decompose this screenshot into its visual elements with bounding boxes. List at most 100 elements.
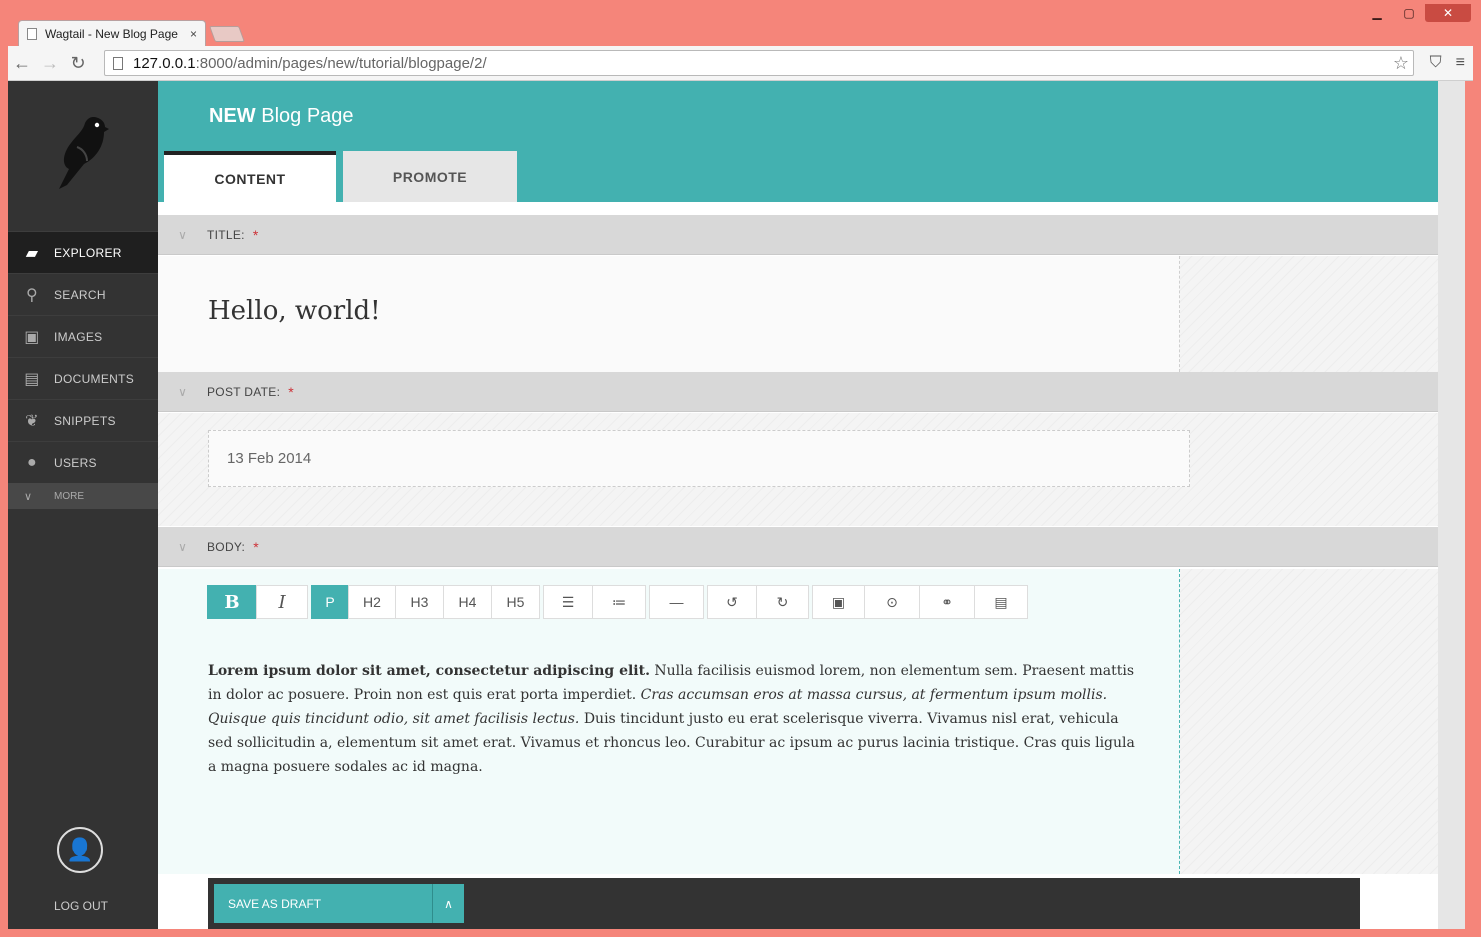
new-tab-button[interactable] [209, 26, 245, 42]
search-icon: ⚲ [25, 286, 39, 304]
maximize-icon[interactable]: ▢ [1393, 4, 1425, 22]
h4-button[interactable]: H4 [443, 585, 492, 619]
tab-close-icon[interactable]: × [190, 27, 197, 41]
h5-button[interactable]: H5 [491, 585, 540, 619]
close-window-icon[interactable]: ✕ [1425, 4, 1471, 22]
back-icon[interactable]: ← [8, 53, 36, 74]
date-input[interactable]: 13 Feb 2014 [208, 430, 1190, 487]
address-bar[interactable]: 127.0.0.1:8000/admin/pages/new/tutorial/… [104, 50, 1414, 76]
sidebar: ▰ EXPLORER ⚲ SEARCH ▣ IMAGES ▤ DOCUMENTS… [8, 81, 158, 929]
insert-link-button[interactable]: ⚭ [919, 585, 975, 619]
page-icon [113, 56, 123, 70]
tab-content[interactable]: CONTENT [164, 151, 336, 202]
date-field-header[interactable]: ∨ POST DATE: * [158, 372, 1438, 412]
save-draft-button[interactable]: SAVE AS DRAFT [214, 897, 432, 911]
document-icon: ▤ [994, 593, 1008, 610]
body-editor[interactable]: B I P H2 H3 H4 H5 ☰ ≔ — ↺ ↻ ▣ ⊙ ⚭ ▤ Lore… [158, 569, 1180, 874]
chevron-down-icon[interactable]: ∨ [158, 540, 207, 554]
snippet-icon: ❦ [25, 412, 39, 430]
body-field-header[interactable]: ∨ BODY: * [158, 527, 1438, 567]
more-actions-button[interactable]: ∧ [432, 884, 464, 923]
sidebar-item-label: SEARCH [54, 287, 106, 302]
bullet-list-button[interactable]: ≔ [592, 585, 646, 619]
save-draft-dropdown: SAVE AS DRAFT ∧ [214, 884, 464, 923]
user-icon: ● [27, 453, 37, 471]
help-panel [1180, 256, 1438, 372]
chevron-down-icon[interactable]: ∨ [158, 385, 207, 399]
ordered-list-button[interactable]: ☰ [543, 585, 593, 619]
browser-window: ▁ ▢ ✕ Wagtail - New Blog Page × ← → ↻ 12… [0, 0, 1481, 937]
insert-image-button[interactable]: ▣ [812, 585, 865, 619]
sidebar-menu: ▰ EXPLORER ⚲ SEARCH ▣ IMAGES ▤ DOCUMENTS… [8, 231, 158, 509]
url-path: :8000/admin/pages/new/tutorial/blogpage/… [195, 54, 487, 72]
redo-button[interactable]: ↻ [756, 585, 809, 619]
date-field-area: 13 Feb 2014 [158, 413, 1438, 526]
image-icon: ▣ [831, 593, 846, 610]
bold-button[interactable]: B [207, 585, 257, 619]
ordered-list-icon: ☰ [561, 593, 575, 610]
sidebar-item-snippets[interactable]: ❦ SNIPPETS [8, 399, 158, 441]
insert-document-button[interactable]: ▤ [974, 585, 1028, 619]
sidebar-more[interactable]: ∨ MORE [8, 483, 158, 509]
logout-link[interactable]: LOG OUT [54, 899, 108, 913]
page-title: NEW Blog Page [209, 105, 354, 128]
main-content: NEW Blog Page CONTENT PROMOTE ∨ TITLE: *… [158, 81, 1438, 929]
bullet-list-icon: ≔ [612, 593, 626, 610]
sidebar-item-label: EXPLORER [54, 245, 122, 260]
required-mark: * [252, 226, 259, 243]
sidebar-item-label: SNIPPETS [54, 413, 116, 428]
chevron-down-icon[interactable]: ∨ [158, 228, 207, 242]
tab-title: Wagtail - New Blog Page [45, 26, 178, 41]
user-icon: 👤 [66, 837, 94, 862]
sidebar-item-images[interactable]: ▣ IMAGES [8, 315, 158, 357]
date-label: POST DATE: [207, 384, 281, 399]
sidebar-item-users[interactable]: ● USERS [8, 441, 158, 483]
minimize-icon[interactable]: ▁ [1361, 4, 1393, 22]
undo-icon: ↺ [726, 593, 738, 610]
page-title-strong: NEW [209, 105, 256, 127]
title-field[interactable]: Hello, world! [158, 256, 1180, 372]
bookmark-star-icon[interactable]: ☆ [1393, 53, 1409, 74]
help-panel [1180, 569, 1438, 874]
url-host: 127.0.0.1 [133, 54, 196, 72]
sidebar-item-label: DOCUMENTS [54, 371, 135, 386]
avatar[interactable]: 👤 [57, 827, 103, 873]
forward-icon[interactable]: → [36, 53, 64, 74]
sidebar-item-documents[interactable]: ▤ DOCUMENTS [8, 357, 158, 399]
page-header: NEW Blog Page CONTENT PROMOTE [158, 81, 1438, 202]
h3-button[interactable]: H3 [395, 585, 444, 619]
insert-media-button[interactable]: ⊙ [864, 585, 920, 619]
body-content[interactable]: Lorem ipsum dolor sit amet, consectetur … [208, 659, 1138, 779]
browser-tab[interactable]: Wagtail - New Blog Page × [18, 20, 206, 46]
sidebar-item-explorer[interactable]: ▰ EXPLORER [8, 231, 158, 273]
pocket-icon[interactable]: ⛉ [1430, 54, 1442, 72]
chevron-down-icon: ∨ [24, 490, 33, 503]
more-label: MORE [54, 490, 84, 502]
menu-icon[interactable]: ≡ [1456, 54, 1465, 72]
undo-button[interactable]: ↺ [707, 585, 757, 619]
h2-button[interactable]: H2 [348, 585, 396, 619]
page-icon [27, 27, 37, 40]
italic-button[interactable]: I [256, 585, 308, 619]
browser-toolbar: ← → ↻ 127.0.0.1:8000/admin/pages/new/tut… [8, 46, 1473, 81]
horizontal-rule-button[interactable]: — [649, 585, 704, 619]
window-controls: ▁ ▢ ✕ [1361, 4, 1471, 22]
required-mark: * [288, 383, 294, 400]
wagtail-logo-icon[interactable] [53, 113, 111, 189]
sidebar-item-label: IMAGES [54, 329, 103, 344]
scrollbar[interactable] [1438, 81, 1465, 929]
body-bold-text: Lorem ipsum dolor sit amet, consectetur … [208, 663, 650, 679]
required-mark: * [253, 538, 259, 555]
paragraph-button[interactable]: P [311, 585, 349, 619]
editor-toolbar: B I P H2 H3 H4 H5 ☰ ≔ — ↺ ↻ ▣ ⊙ ⚭ ▤ [207, 585, 1028, 619]
redo-icon: ↻ [776, 593, 789, 610]
tab-promote[interactable]: PROMOTE [343, 151, 517, 202]
page-title-rest: Blog Page [261, 105, 354, 127]
title-label: TITLE: [207, 227, 245, 242]
document-icon: ▤ [24, 370, 40, 388]
title-field-header[interactable]: ∨ TITLE: * [158, 215, 1438, 255]
reload-icon[interactable]: ↻ [64, 53, 92, 74]
sidebar-item-search[interactable]: ⚲ SEARCH [8, 273, 158, 315]
folder-open-icon: ▰ [25, 244, 39, 262]
action-footer: SAVE AS DRAFT ∧ [208, 878, 1360, 929]
